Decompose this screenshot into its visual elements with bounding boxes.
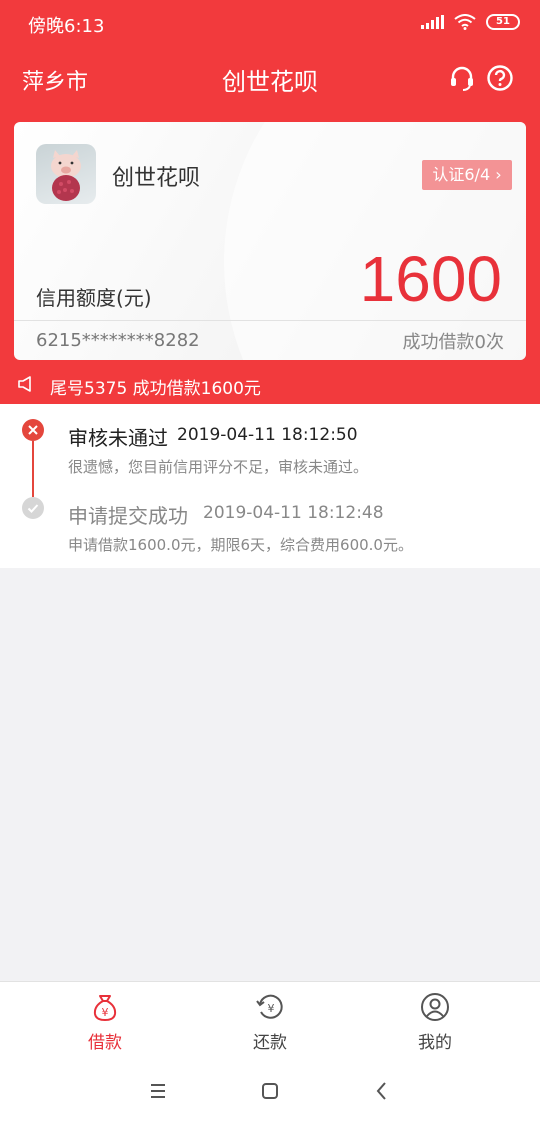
tab-borrow[interactable]: ¥ 借款 — [15, 982, 195, 1058]
timeline-time: 2019-04-11 18:12:50 — [177, 425, 358, 445]
headset-icon[interactable] — [448, 64, 476, 92]
menu-icon[interactable] — [144, 1077, 172, 1105]
tab-label: 还款 — [253, 1033, 287, 1053]
timeline-line — [32, 441, 34, 497]
status-icons: 51 — [421, 14, 520, 30]
speaker-icon — [18, 376, 31, 392]
system-nav-bar — [0, 1057, 540, 1124]
avatar — [36, 144, 96, 204]
repay-icon: ¥ — [256, 994, 283, 1019]
credit-amount: 1600 — [359, 243, 502, 315]
notice-bar: 尾号5375 成功借款1600元 — [0, 368, 540, 404]
close-icon — [22, 419, 44, 441]
card-number: 6215********8282 — [36, 330, 200, 351]
credit-card: 创世花呗 认证6/4 › 信用额度(元) 1600 6215********82… — [14, 122, 526, 360]
timeline-desc: 申请借款1600.0元，期限6天，综合费用600.0元。 — [68, 536, 413, 554]
notice-text: 尾号5375 成功借款1600元 — [50, 379, 261, 399]
wifi-icon — [454, 14, 476, 30]
card-shine — [224, 122, 526, 360]
status-timeline: 审核未通过 2019-04-11 18:12:50 很遗憾，您目前信用评分不足，… — [0, 404, 540, 568]
home-icon[interactable] — [256, 1077, 284, 1105]
signal-icon — [421, 15, 444, 29]
status-time: 傍晚6:13 — [28, 16, 105, 37]
svg-text:¥: ¥ — [102, 1006, 109, 1019]
verify-label: 认证6/4 — [432, 165, 491, 184]
svg-text:¥: ¥ — [268, 1002, 275, 1015]
user-icon — [421, 993, 449, 1021]
money-bag-icon: ¥ — [93, 995, 117, 1022]
chevron-right-icon: › — [490, 165, 502, 184]
help-icon[interactable] — [486, 64, 514, 92]
timeline-title: 申请提交成功 — [68, 504, 188, 528]
check-icon — [22, 497, 44, 519]
pig-logo-icon — [51, 150, 81, 201]
header: 萍乡市 创世花呗 — [0, 48, 540, 108]
card-divider — [14, 320, 526, 321]
bottom-tab-bar: ¥ 借款 ¥ 还款 我的 — [0, 981, 540, 1057]
battery-icon: 51 — [486, 14, 520, 30]
tab-mine[interactable]: 我的 — [345, 982, 525, 1058]
credit-label: 信用额度(元) — [36, 286, 152, 310]
back-icon[interactable] — [368, 1077, 396, 1105]
borrow-count: 成功借款0次 — [402, 332, 504, 353]
timeline-time: 2019-04-11 18:12:48 — [203, 503, 384, 523]
timeline-title: 审核未通过 — [68, 426, 168, 450]
tab-label: 我的 — [418, 1033, 452, 1053]
timeline-desc: 很遗憾，您目前信用评分不足，审核未通过。 — [68, 458, 369, 476]
tab-repay[interactable]: ¥ 还款 — [180, 982, 360, 1058]
verify-button[interactable]: 认证6/4 › — [422, 160, 512, 190]
status-bar: 傍晚6:13 51 — [0, 0, 540, 48]
tab-label: 借款 — [88, 1033, 122, 1053]
product-name: 创世花呗 — [112, 166, 201, 191]
